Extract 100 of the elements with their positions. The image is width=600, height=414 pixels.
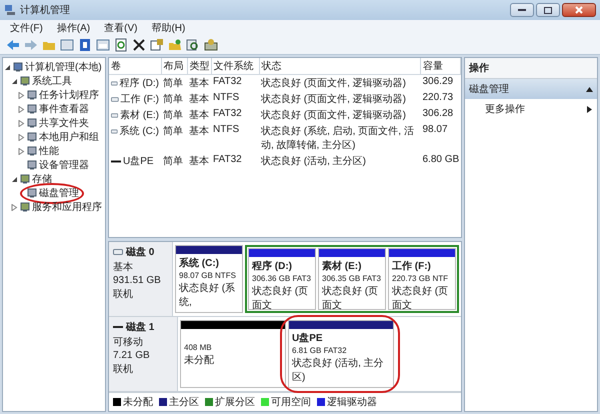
- tree-item[interactable]: 事件查看器: [39, 102, 89, 116]
- minimize-button[interactable]: [510, 3, 534, 17]
- close-button[interactable]: [562, 3, 596, 17]
- partition-block[interactable]: 408 MB 未分配: [180, 320, 286, 388]
- tree-item[interactable]: 性能: [39, 144, 59, 158]
- partition-header-bar: [249, 249, 315, 257]
- partition-size: 306.36 GB FAT3: [252, 273, 312, 284]
- menu-item[interactable]: 操作(A): [56, 21, 90, 35]
- legend-label: 未分配: [123, 396, 153, 409]
- panel-icon[interactable]: [96, 38, 110, 52]
- table-cell: FAT32: [213, 76, 242, 87]
- submenu-arrow-icon: [586, 106, 593, 112]
- partition-name: 程序 (D:): [252, 259, 293, 273]
- collapsed-arrow-icon[interactable]: [18, 120, 25, 126]
- partition-block[interactable]: 素材 (E:) 306.35 GB FAT3 状态良好 (页面文: [318, 248, 386, 310]
- partition-size: 220.73 GB NTF: [392, 273, 450, 284]
- collapsed-arrow-icon[interactable]: [18, 92, 25, 98]
- table-cell-text: 工作 (F:): [120, 93, 159, 106]
- maximize-icon: [544, 6, 552, 14]
- partition-status: 未分配: [184, 354, 215, 367]
- partition-block[interactable]: 程序 (D:) 306.36 GB FAT3 状态良好 (页面文: [248, 248, 316, 310]
- table-cell: 6.80 GB: [422, 154, 460, 165]
- partition-block[interactable]: U盘PE 6.81 GB FAT32 状态良好 (活动, 主分区): [288, 320, 394, 388]
- partition-status: 状态良好 (页面文: [252, 284, 310, 312]
- table-cell-text: 素材 (E:): [120, 108, 159, 122]
- table-cell: NTFS: [213, 124, 240, 135]
- table-cell: 306.29: [422, 76, 454, 87]
- action-item[interactable]: 更多操作: [465, 99, 597, 119]
- menu-item[interactable]: 查看(V): [104, 21, 138, 35]
- tree-item[interactable]: 设备管理器: [39, 158, 89, 172]
- table-cell: 基本: [189, 126, 209, 137]
- expanded-arrow-icon[interactable]: [4, 64, 11, 70]
- drive-icon: [111, 96, 119, 102]
- node-icon: [20, 76, 30, 86]
- menu-item[interactable]: 文件(F): [10, 21, 43, 35]
- node-icon: [27, 146, 37, 156]
- properties-icon[interactable]: [150, 38, 164, 52]
- expanded-arrow-icon[interactable]: [11, 78, 18, 84]
- disk-size: 931.51 GB: [113, 275, 162, 286]
- table-cell: 状态良好 (页面文件, 逻辑驱动器): [261, 94, 406, 105]
- node-icon: [27, 188, 37, 198]
- table-cell: NTFS: [213, 92, 240, 103]
- column-header[interactable]: 容量: [420, 58, 460, 74]
- tree-item[interactable]: 服务和应用程序: [32, 200, 102, 214]
- partition-name: 系统 (C:): [179, 256, 220, 270]
- node-icon: [27, 118, 37, 128]
- expanded-arrow-icon[interactable]: [11, 176, 18, 182]
- disk-size: 7.21 GB: [113, 350, 151, 361]
- collapsed-arrow-icon[interactable]: [18, 134, 25, 140]
- tree-item[interactable]: 本地用户和组: [39, 130, 99, 144]
- table-cell: FAT32: [213, 108, 242, 119]
- disk-state: 联机: [113, 362, 134, 376]
- table-cell: 状态良好 (页面文件, 逻辑驱动器): [261, 110, 406, 121]
- collapsed-arrow-icon[interactable]: [11, 204, 18, 210]
- partition-name: 工作 (F:): [392, 260, 432, 273]
- table-cell: 98.07: [422, 124, 448, 135]
- node-icon: [20, 174, 30, 184]
- table-cell: 状态良好 (系统, 启动, 页面文件, 活动, 故障转储, 主分区): [261, 126, 414, 151]
- actions-header: 操作: [465, 58, 597, 79]
- menu-item[interactable]: 帮助(H): [151, 21, 186, 35]
- column-header[interactable]: 布局: [161, 58, 187, 74]
- partition-status: 状态良好 (系统,: [179, 282, 236, 309]
- partition-block[interactable]: 工作 (F:) 220.73 GB NTF 状态良好 (页面文: [388, 248, 456, 310]
- delete-icon[interactable]: [132, 38, 146, 52]
- node-icon: [20, 202, 30, 212]
- collapsed-arrow-icon[interactable]: [18, 106, 25, 112]
- tree-item[interactable]: 任务计划程序: [39, 88, 99, 102]
- column-header[interactable]: 卷: [109, 58, 161, 74]
- tree-item[interactable]: 计算机管理(本地): [25, 60, 102, 74]
- tree-item[interactable]: 存储: [32, 172, 52, 186]
- legend-label: 主分区: [169, 396, 199, 409]
- tree-item[interactable]: 共享文件夹: [39, 116, 89, 130]
- partition-name: 素材 (E:): [322, 260, 362, 273]
- node-icon: [13, 62, 23, 72]
- column-header[interactable]: 文件系统: [211, 58, 259, 74]
- partition-header-bar: [176, 246, 242, 254]
- tree-item[interactable]: 系统工具: [32, 74, 72, 88]
- node-icon: [27, 104, 37, 114]
- disk-type: 基本: [113, 260, 134, 274]
- back-arrow-icon[interactable]: [6, 38, 20, 52]
- window-icon[interactable]: [60, 38, 74, 52]
- tree-item[interactable]: 磁盘管理: [39, 186, 79, 200]
- collapsed-arrow-icon[interactable]: [18, 148, 25, 154]
- partition-status: 状态良好 (活动, 主分区): [292, 356, 385, 384]
- disk-state: 联机: [113, 288, 134, 301]
- column-header[interactable]: 状态: [259, 58, 420, 74]
- collapse-arrow-icon[interactable]: [586, 86, 593, 92]
- maximize-button[interactable]: [536, 3, 560, 17]
- partition-block[interactable]: 系统 (C:) 98.07 GB NTFS 状态良好 (系统,: [175, 245, 243, 313]
- table-cell: 基本: [189, 78, 209, 89]
- table-cell: 状态良好 (页面文件, 逻辑驱动器): [261, 78, 406, 89]
- minimize-icon: [518, 8, 526, 12]
- table-cell: FAT32: [213, 154, 242, 165]
- drive-icon: [111, 128, 118, 134]
- column-header[interactable]: 类型: [187, 58, 211, 74]
- node-icon: [27, 160, 37, 170]
- window-title: 计算机管理: [20, 4, 71, 17]
- app-icon: [4, 4, 16, 16]
- open-folder-icon[interactable]: [168, 38, 182, 52]
- actions-section[interactable]: 磁盘管理: [465, 79, 597, 99]
